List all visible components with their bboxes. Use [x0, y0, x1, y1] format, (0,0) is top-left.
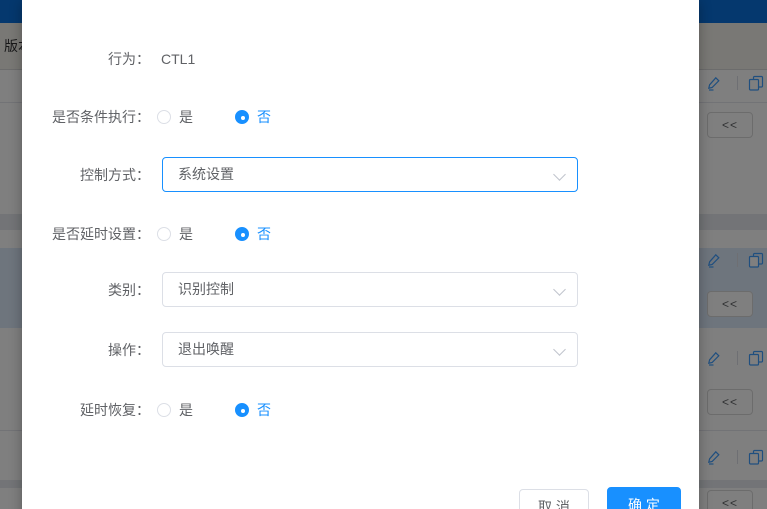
field-label: 控制方式：: [80, 167, 150, 183]
radio-yes[interactable]: 是: [157, 107, 193, 127]
radio-no[interactable]: 否: [235, 224, 271, 244]
field-operation: 操作： 退出唤醒: [22, 332, 699, 368]
field-delay-setting: 是否延时设置： 是 否: [22, 216, 699, 252]
conditional-execution-radio-group: 是 否: [157, 99, 271, 135]
radio-circle-icon: [157, 110, 171, 124]
radio-yes[interactable]: 是: [157, 400, 193, 420]
selected-value: 识别控制: [178, 281, 234, 297]
field-label: 是否延时设置：: [52, 226, 150, 242]
field-delay-recovery: 延时恢复： 是 否: [22, 392, 699, 428]
field-label: 延时恢复：: [80, 402, 150, 418]
radio-label: 是: [179, 402, 193, 418]
confirm-button[interactable]: 确 定: [607, 487, 681, 509]
radio-label: 否: [257, 109, 271, 125]
selected-value: 系统设置: [178, 166, 234, 182]
field-label: 是否条件执行：: [52, 109, 150, 125]
radio-label: 是: [179, 226, 193, 242]
field-conditional-execution: 是否条件执行： 是 否: [22, 99, 699, 135]
radio-circle-icon: [235, 227, 249, 241]
radio-circle-icon: [235, 110, 249, 124]
field-label: 类别：: [108, 282, 150, 298]
field-control-mode: 控制方式： 系统设置: [22, 157, 699, 193]
delay-setting-radio-group: 是 否: [157, 216, 271, 252]
delay-recovery-radio-group: 是 否: [157, 392, 271, 428]
edit-behavior-dialog: 行为： CTL1 是否条件执行： 是 否 控制方式： 系统设置 是否延时设置： …: [22, 0, 699, 509]
category-select[interactable]: 识别控制: [162, 272, 578, 307]
field-label: 操作：: [108, 342, 150, 358]
operation-select[interactable]: 退出唤醒: [162, 332, 578, 367]
chevron-down-icon: [553, 343, 566, 356]
radio-label: 否: [257, 402, 271, 418]
radio-circle-icon: [157, 403, 171, 417]
control-mode-select[interactable]: 系统设置: [162, 157, 578, 192]
radio-yes[interactable]: 是: [157, 224, 193, 244]
field-label: 行为：: [108, 51, 150, 67]
radio-circle-icon: [157, 227, 171, 241]
behavior-value: CTL1: [161, 51, 196, 67]
screen: 版本 << << << <<: [0, 0, 767, 509]
cancel-button[interactable]: 取 消: [519, 489, 589, 509]
radio-label: 是: [179, 109, 193, 125]
radio-label: 否: [257, 226, 271, 242]
selected-value: 退出唤醒: [178, 341, 234, 357]
field-category: 类别： 识别控制: [22, 272, 699, 308]
radio-circle-icon: [235, 403, 249, 417]
field-behavior: 行为： CTL1: [22, 41, 699, 77]
chevron-down-icon: [553, 168, 566, 181]
chevron-down-icon: [553, 283, 566, 296]
radio-no[interactable]: 否: [235, 107, 271, 127]
radio-no[interactable]: 否: [235, 400, 271, 420]
